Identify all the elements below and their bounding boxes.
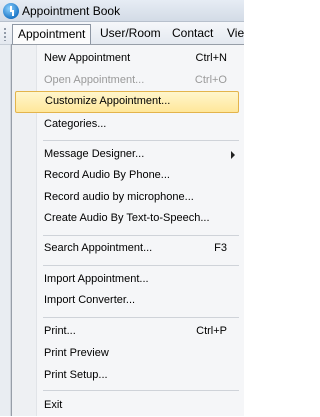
- menu-item-label: Record Audio By Phone...: [44, 169, 170, 181]
- menu-item-record-audio-microphone[interactable]: Record audio by microphone...: [13, 187, 244, 209]
- menu-item-label: Import Converter...: [44, 294, 136, 306]
- menu-item-shortcut: Ctrl+O: [194, 74, 227, 86]
- menu-item-new-appointment[interactable]: New Appointment Ctrl+N: [13, 48, 244, 70]
- menu-item-label: Exit: [44, 399, 63, 411]
- menu-item-open-appointment[interactable]: Open Appointment... Ctrl+O: [13, 70, 244, 92]
- menu-item-label: Print...: [44, 325, 76, 337]
- menu-item-message-designer[interactable]: Message Designer...: [13, 144, 244, 166]
- menu-item-label: New Appointment: [44, 52, 131, 64]
- menu-item-exit[interactable]: Exit: [13, 395, 244, 417]
- menu-item-print-setup[interactable]: Print Setup...: [13, 365, 244, 387]
- menu-item-import-appointment[interactable]: Import Appointment...: [13, 269, 244, 291]
- toolbar-grip-icon[interactable]: [3, 27, 7, 41]
- menu-item-label: Create Audio By Text-to-Speech...: [44, 212, 210, 224]
- menu-item-print-preview[interactable]: Print Preview: [13, 343, 244, 365]
- submenu-arrow-icon: [231, 151, 235, 159]
- menu-separator: [43, 235, 239, 236]
- menu-item-record-audio-phone[interactable]: Record Audio By Phone...: [13, 165, 244, 187]
- menu-separator: [43, 140, 239, 141]
- menu-user-room[interactable]: User/Room: [95, 24, 166, 42]
- menu-view[interactable]: Vie: [222, 24, 249, 42]
- background-window-edge: [0, 45, 11, 416]
- menu-item-label: Message Designer...: [44, 148, 145, 160]
- menu-separator: [43, 265, 239, 266]
- menu-item-shortcut: Ctrl+P: [196, 325, 227, 337]
- menu-appointment[interactable]: Appointment: [12, 24, 92, 45]
- menu-item-label: Import Appointment...: [44, 273, 149, 285]
- menu-separator: [43, 390, 239, 391]
- menu-separator: [43, 317, 239, 318]
- menu-item-create-audio-tts[interactable]: Create Audio By Text-to-Speech...: [13, 208, 244, 230]
- menu-item-label: Open Appointment...: [44, 74, 145, 86]
- menu-bar: Appointment User/Room Contact Vie: [0, 22, 244, 45]
- menu-item-label: Print Setup...: [44, 369, 108, 381]
- menu-item-label: Record audio by microphone...: [44, 191, 194, 203]
- menu-item-print[interactable]: Print... Ctrl+P: [13, 321, 244, 343]
- menu-item-shortcut: Ctrl+N: [195, 52, 227, 64]
- app-icon: [3, 3, 19, 19]
- menu-item-shortcut: F3: [214, 242, 227, 254]
- menu-item-label: Search Appointment...: [44, 242, 153, 254]
- menu-contact[interactable]: Contact: [167, 24, 218, 42]
- menu-item-customize-appointment[interactable]: Customize Appointment...: [15, 91, 239, 113]
- menu-item-label: Categories...: [44, 118, 107, 130]
- menu-item-label: Print Preview: [44, 347, 109, 359]
- appointment-dropdown-menu: New Appointment Ctrl+N Open Appointment.…: [11, 44, 244, 416]
- title-bar: Appointment Book: [0, 0, 244, 22]
- menu-item-import-converter[interactable]: Import Converter...: [13, 290, 244, 312]
- window-title: Appointment Book: [22, 4, 121, 18]
- menu-item-categories[interactable]: Categories...: [13, 114, 244, 136]
- menu-item-search-appointment[interactable]: Search Appointment... F3: [13, 238, 244, 260]
- menu-item-label: Customize Appointment...: [45, 95, 171, 107]
